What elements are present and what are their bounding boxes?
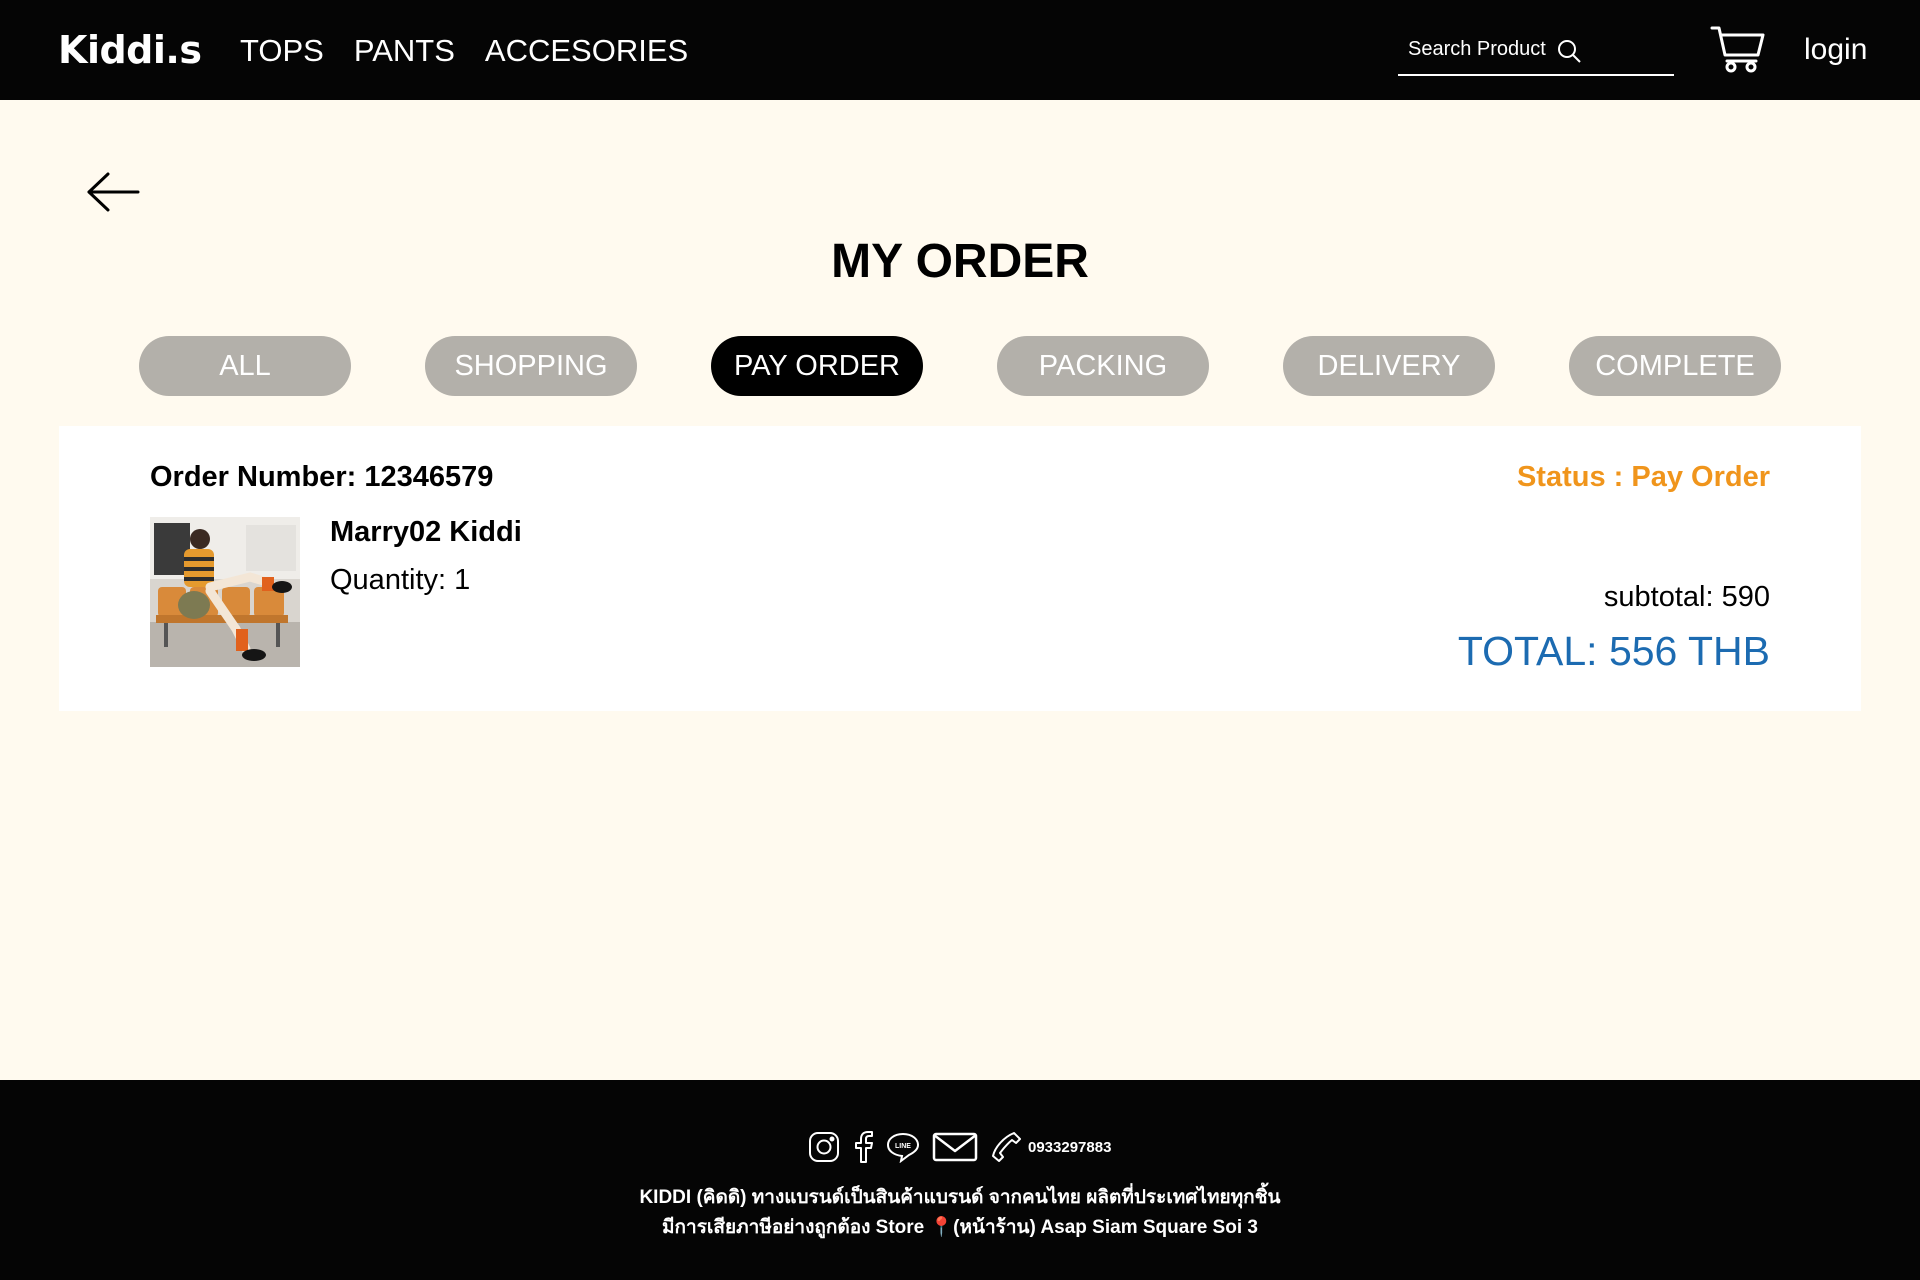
tab-delivery[interactable]: DELIVERY <box>1283 336 1495 396</box>
logo[interactable]: Kiddi.s <box>58 28 202 72</box>
main-nav: TOPS PANTS ACCESORIES <box>240 33 688 69</box>
order-subtotal: subtotal: 590 <box>1603 581 1770 613</box>
nav-accesories[interactable]: ACCESORIES <box>485 33 688 69</box>
product-quantity: Quantity: 1 <box>330 564 471 596</box>
search-box <box>1398 32 1674 76</box>
nav-tops[interactable]: TOPS <box>240 33 324 69</box>
tab-complete[interactable]: COMPLETE <box>1569 336 1781 396</box>
order-number: Order Number: 12346579 <box>150 461 494 493</box>
order-card[interactable]: Order Number: 12346579 Status : Pay Orde… <box>59 426 1861 711</box>
instagram-icon[interactable] <box>808 1131 840 1163</box>
facebook-icon[interactable] <box>852 1130 874 1164</box>
svg-text:LINE: LINE <box>895 1143 911 1150</box>
back-arrow-icon[interactable] <box>86 170 140 214</box>
phone-icon[interactable] <box>990 1131 1022 1163</box>
mail-icon[interactable] <box>932 1131 978 1163</box>
product-name: Marry02 Kiddi <box>330 516 522 548</box>
phone-number[interactable]: 0933297883 <box>1028 1139 1111 1156</box>
login-link[interactable]: login <box>1804 33 1867 67</box>
footer: LINE 0933297883 KIDDI (คิดดิ) ทางแบรนด์เ… <box>0 1080 1920 1280</box>
page-title: MY ORDER <box>831 235 1089 288</box>
tab-pay-order[interactable]: PAY ORDER <box>711 336 923 396</box>
order-total: TOTAL: 556 THB <box>1457 628 1770 674</box>
order-status-tabs: ALL SHOPPING PAY ORDER PACKING DELIVERY … <box>139 336 1781 396</box>
social-links: LINE 0933297883 <box>808 1127 1111 1167</box>
order-status: Status : Pay Order <box>1516 461 1770 493</box>
tab-shopping[interactable]: SHOPPING <box>425 336 637 396</box>
tab-packing[interactable]: PACKING <box>997 336 1209 396</box>
search-icon[interactable] <box>1556 38 1582 64</box>
line-icon[interactable]: LINE <box>886 1131 920 1163</box>
cart-icon[interactable] <box>1710 25 1766 73</box>
nav-pants[interactable]: PANTS <box>354 33 455 69</box>
footer-store-text: มีการเสียภาษีอย่างถูกต้อง Store 📍(หน้าร้… <box>662 1217 1258 1238</box>
top-navbar: Kiddi.s TOPS PANTS ACCESORIES login <box>0 0 1920 100</box>
tab-all[interactable]: ALL <box>139 336 351 396</box>
product-image[interactable] <box>150 517 300 667</box>
footer-brand-text: KIDDI (คิดดิ) ทางแบรนด์เป็นสินค้าแบรนด์ … <box>639 1187 1281 1208</box>
